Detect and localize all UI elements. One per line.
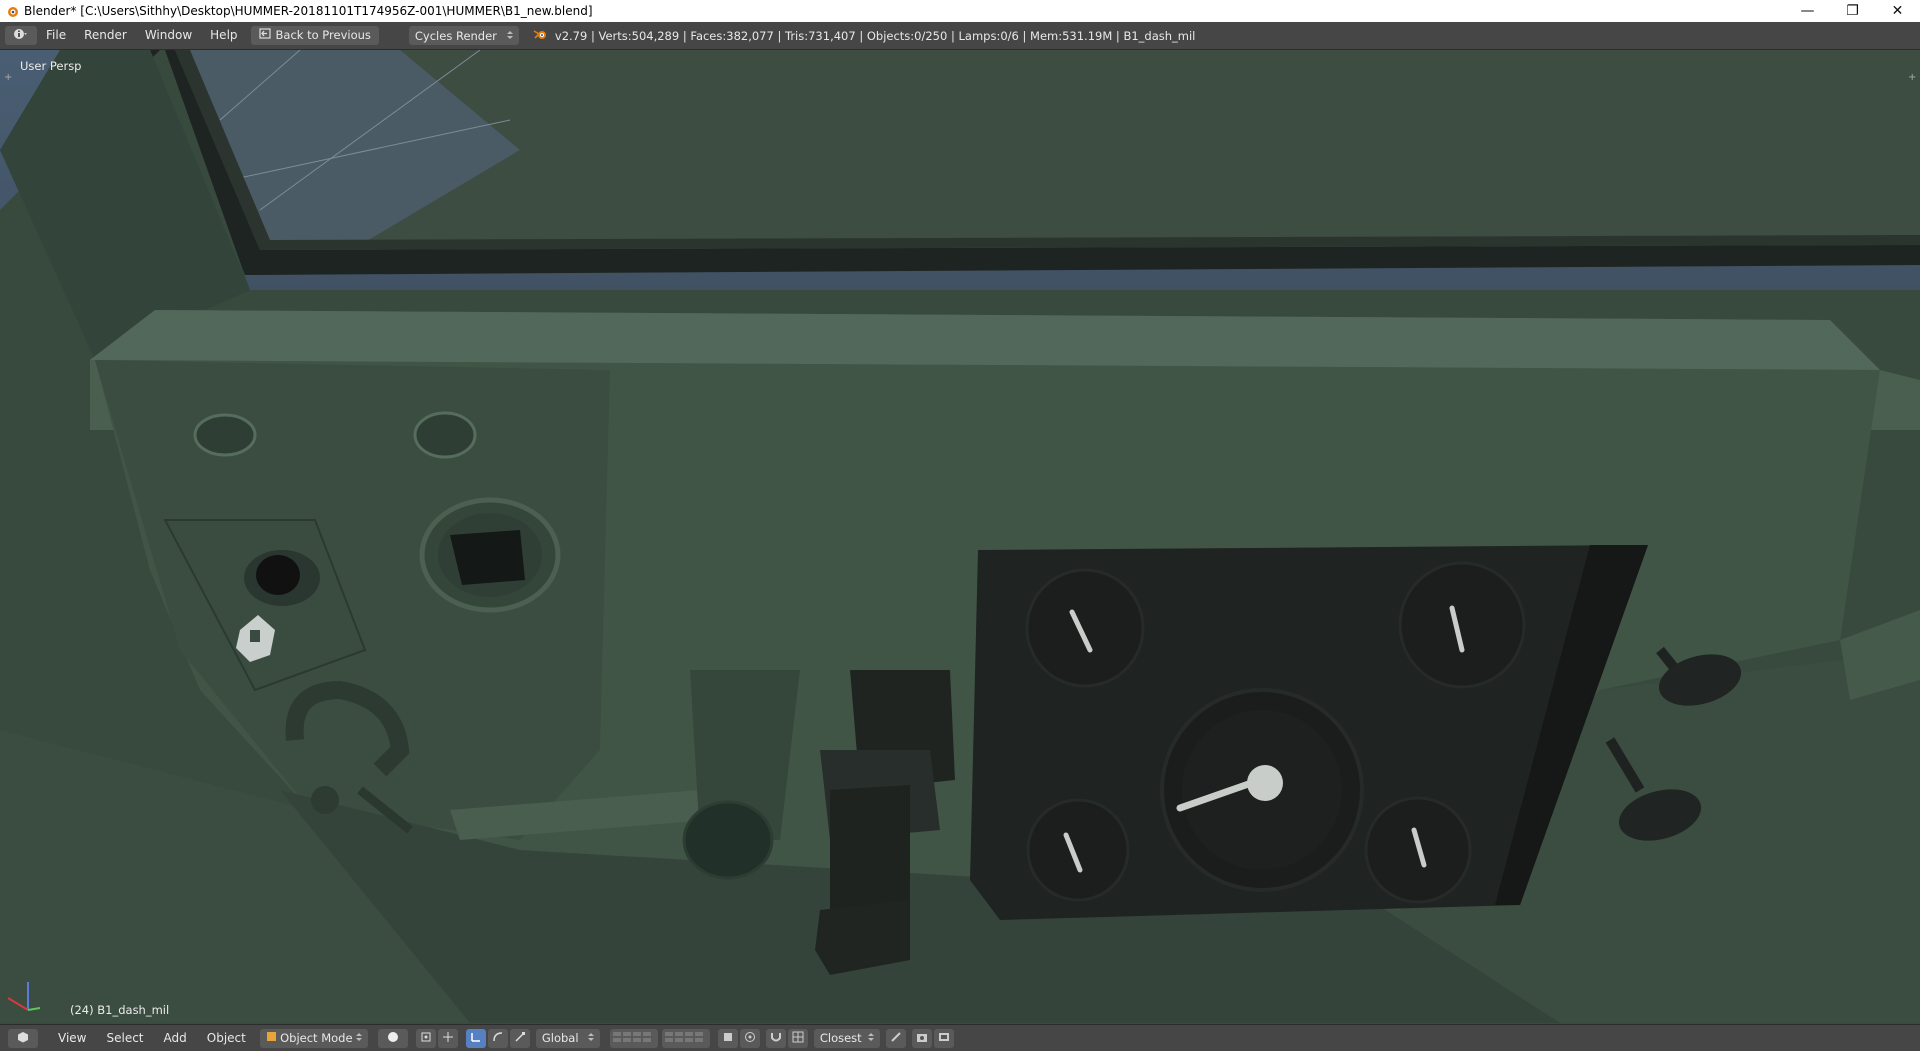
active-object-label: (24) B1_dash_mil <box>70 1003 170 1017</box>
menu-object[interactable]: Object <box>197 1031 256 1045</box>
menu-add[interactable]: Add <box>154 1031 197 1045</box>
menu-view[interactable]: View <box>48 1031 96 1045</box>
render-icon <box>890 1031 902 1046</box>
snap-target-select[interactable]: Closest <box>813 1028 880 1048</box>
updown-arrows-icon <box>355 1031 362 1045</box>
snap-element-button[interactable] <box>787 1028 808 1048</box>
blender-logo-icon <box>4 3 20 19</box>
opengl-render-image-button[interactable] <box>911 1028 932 1048</box>
opengl-render-animation-button[interactable] <box>933 1028 954 1048</box>
updown-arrows-icon <box>867 1031 874 1045</box>
render-engine-select[interactable]: Cycles Render <box>408 26 519 45</box>
snap-increment-icon <box>792 1031 804 1046</box>
translate-manipulator-button[interactable] <box>465 1028 486 1048</box>
view-name-label: User Persp <box>20 59 82 73</box>
svg-text:+: + <box>4 72 12 83</box>
film-icon <box>938 1031 950 1046</box>
orientation-select[interactable]: Global <box>535 1028 600 1048</box>
layers-grid-1[interactable] <box>609 1028 658 1048</box>
snap-target-value: Closest <box>819 1031 862 1045</box>
mode-value: Object Mode <box>280 1031 353 1045</box>
back-to-previous-label: Back to Previous <box>275 28 371 42</box>
editor-type-3d-button[interactable] <box>8 1028 38 1048</box>
orientation-value: Global <box>541 1031 579 1045</box>
info-icon <box>14 28 28 43</box>
manipulator-toggle-button[interactable] <box>437 1028 458 1048</box>
restore-button[interactable]: ❐ <box>1830 0 1875 22</box>
layers-grid-2[interactable] <box>661 1028 710 1048</box>
scale-manipulator-button[interactable] <box>509 1028 530 1048</box>
layer-lock-icon <box>722 1031 734 1046</box>
translate-icon <box>470 1031 482 1046</box>
back-to-previous-button[interactable]: Back to Previous <box>250 26 379 45</box>
back-arrow-icon <box>258 26 271 45</box>
blender-version-icon <box>533 28 547 43</box>
svg-text:+: + <box>1908 72 1916 83</box>
manipulator-icon <box>442 1031 454 1046</box>
editor-type-button[interactable] <box>5 26 37 45</box>
viewport-shading-button[interactable] <box>377 1028 408 1048</box>
menu-select[interactable]: Select <box>96 1031 153 1045</box>
menu-help[interactable]: Help <box>201 22 246 49</box>
minimize-button[interactable]: — <box>1785 0 1830 22</box>
menu-file[interactable]: File <box>37 22 75 49</box>
3d-view-header: View Select Add Object Object Mode Globa… <box>0 1024 1920 1051</box>
menu-render[interactable]: Render <box>75 22 136 49</box>
close-button[interactable]: ✕ <box>1875 0 1920 22</box>
window-title: Blender* [C:\Users\Sithhy\Desktop\HUMMER… <box>24 4 593 18</box>
pivot-icon <box>420 1031 432 1046</box>
pivot-point-button[interactable] <box>415 1028 436 1048</box>
render-preview-button[interactable] <box>885 1028 906 1048</box>
proportional-edit-button[interactable] <box>739 1028 760 1048</box>
scene-statistics: v2.79 | Verts:504,289 | Faces:382,077 | … <box>554 28 1196 43</box>
magnet-icon <box>770 1031 782 1046</box>
info-header: File Render Window Help Back to Previous… <box>0 22 1920 50</box>
mode-select[interactable]: Object Mode <box>259 1028 368 1048</box>
layers-icon <box>612 1031 656 1046</box>
layers-icon <box>664 1031 708 1046</box>
updown-arrows-icon <box>506 29 513 43</box>
menu-window[interactable]: Window <box>136 22 201 49</box>
3d-viewport[interactable]: + + User Persp (24) B1_dash_mil <box>0 50 1920 1023</box>
lock-camera-layers-button[interactable] <box>717 1028 738 1048</box>
object-mode-icon <box>266 1031 277 1045</box>
rotate-manipulator-button[interactable] <box>487 1028 508 1048</box>
camera-icon <box>916 1031 928 1046</box>
viewport-scene: + + <box>0 50 1920 1023</box>
render-engine-value: Cycles Render <box>414 28 497 43</box>
scale-icon <box>514 1031 526 1046</box>
window-titlebar: Blender* [C:\Users\Sithhy\Desktop\HUMMER… <box>0 0 1920 22</box>
updown-arrows-icon <box>587 1031 594 1045</box>
solid-sphere-icon <box>387 1031 399 1046</box>
snap-toggle-button[interactable] <box>765 1028 786 1048</box>
proportional-icon <box>744 1031 756 1046</box>
rotate-icon <box>492 1031 504 1046</box>
cube-view-icon <box>17 1031 29 1046</box>
